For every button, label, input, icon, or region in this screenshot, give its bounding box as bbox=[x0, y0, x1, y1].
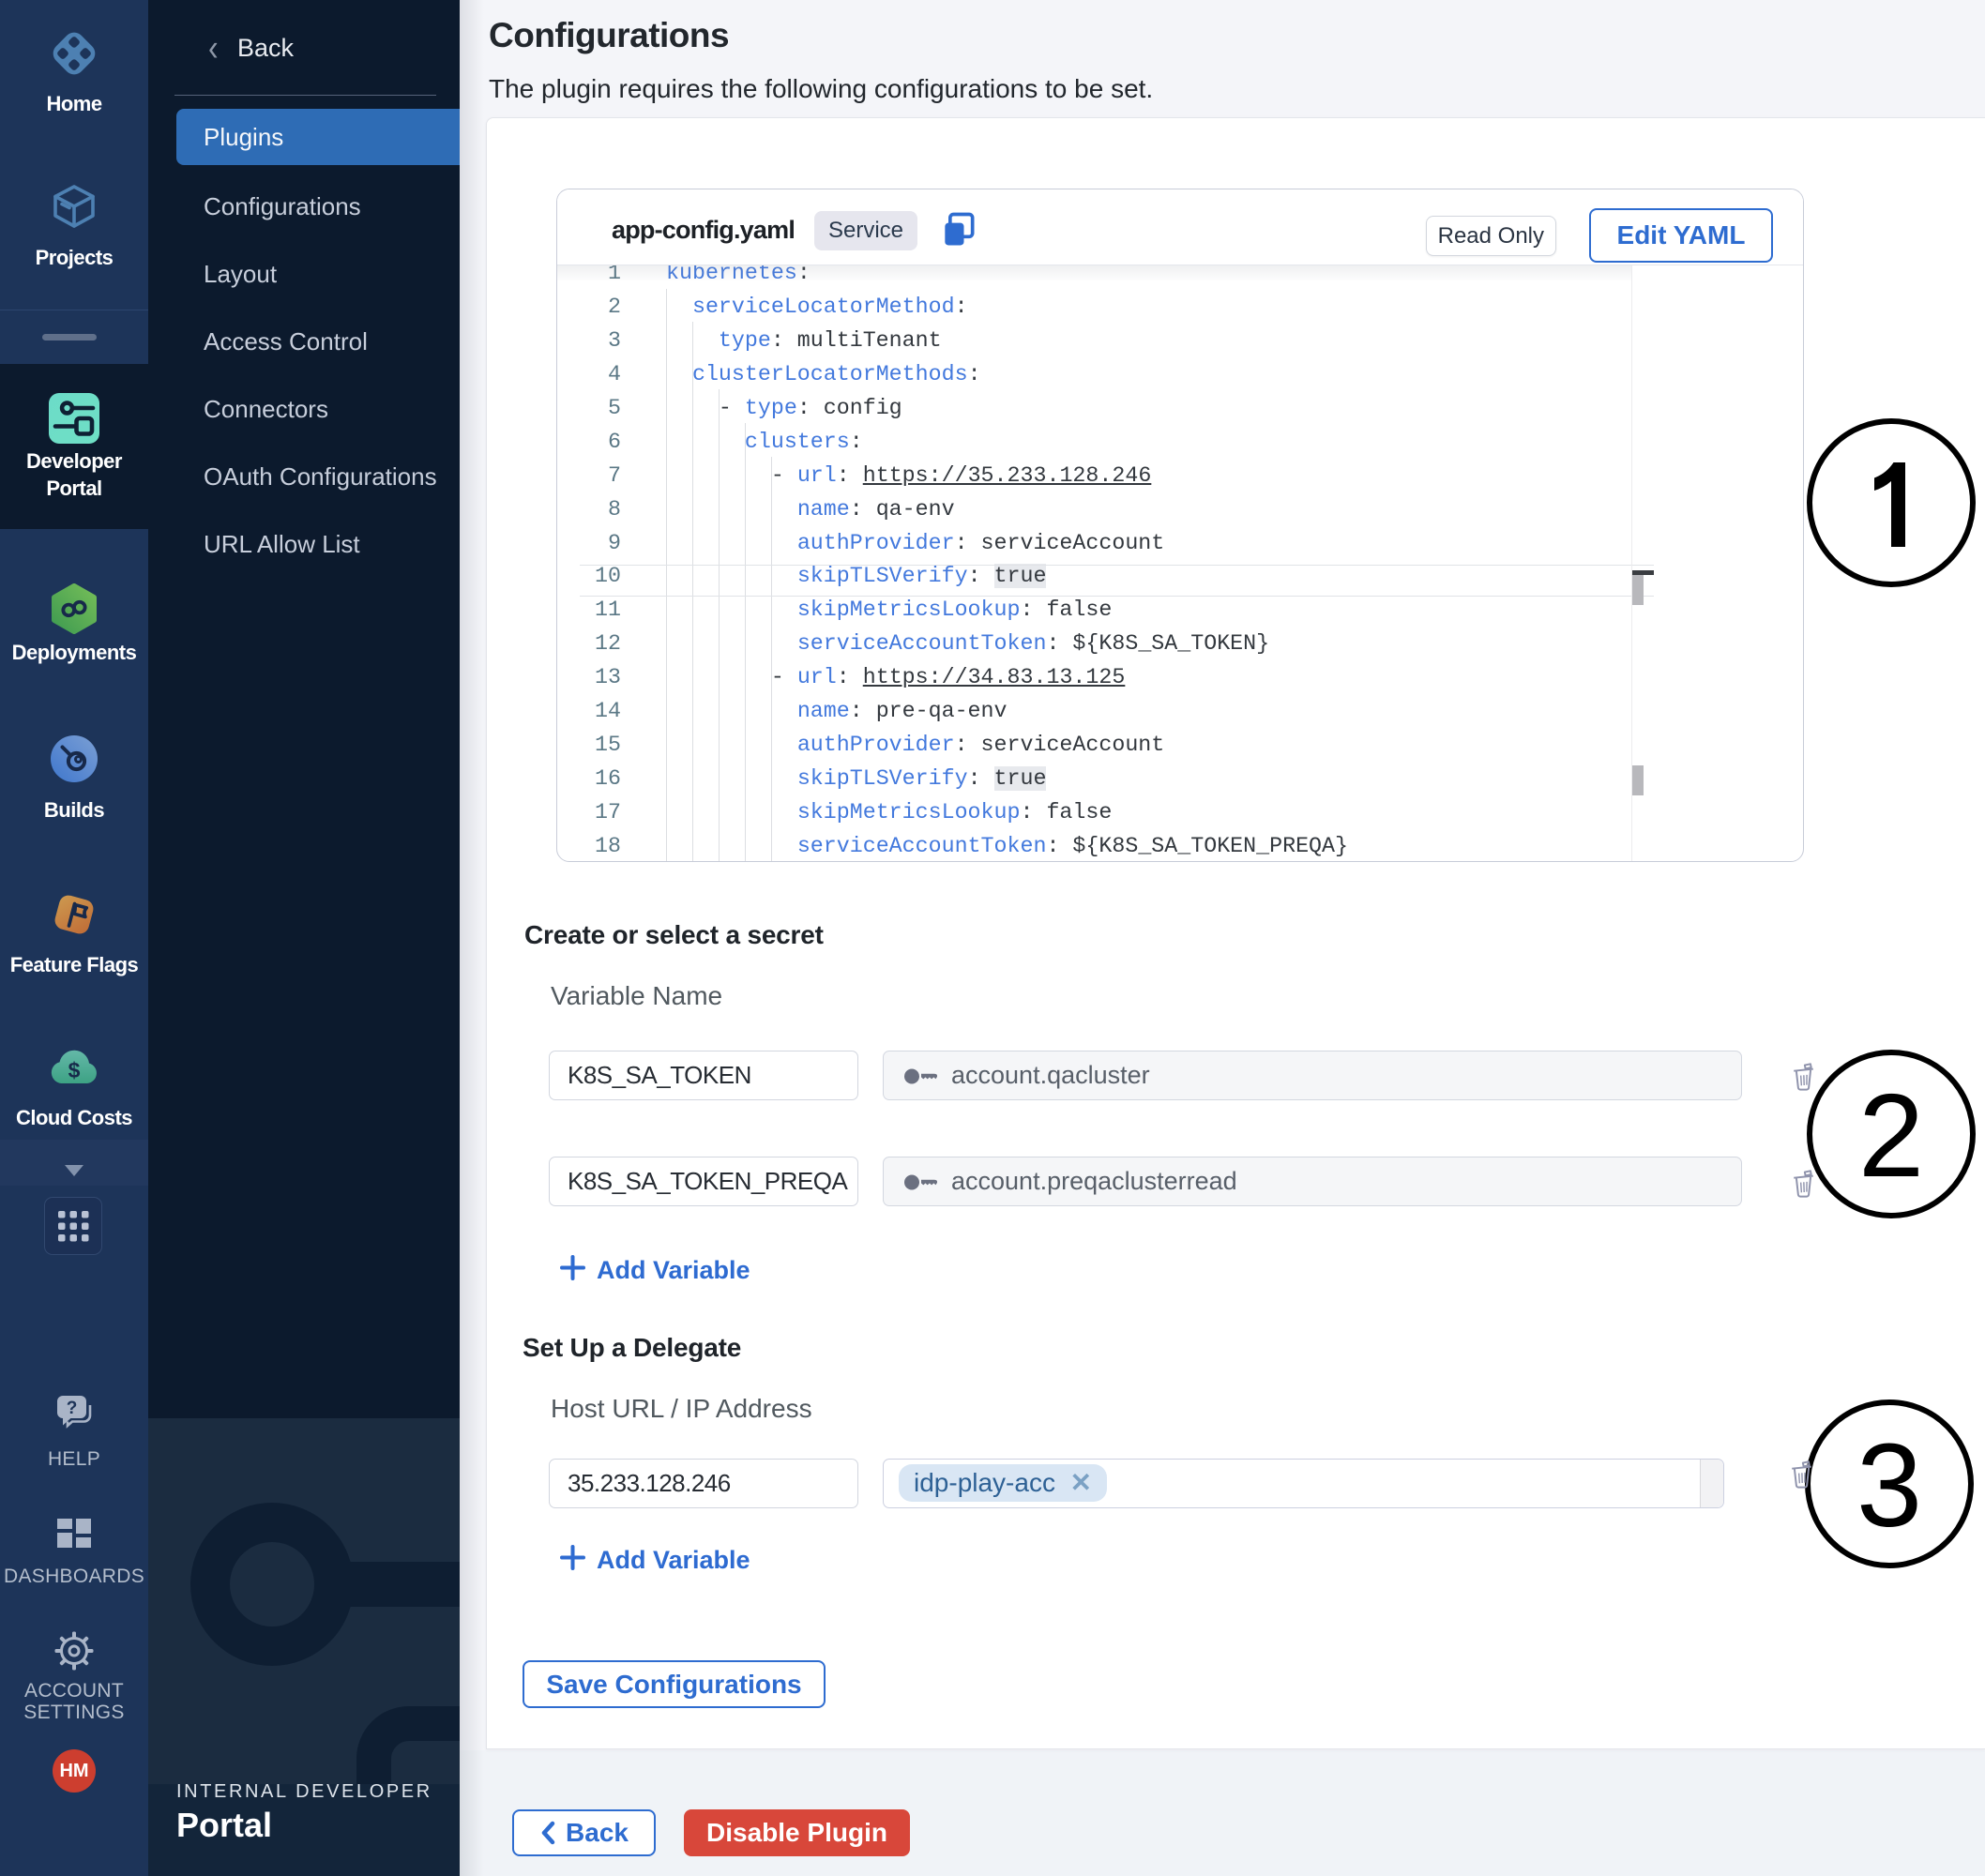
svg-text:?: ? bbox=[67, 1399, 78, 1418]
svg-text:$: $ bbox=[68, 1058, 81, 1082]
